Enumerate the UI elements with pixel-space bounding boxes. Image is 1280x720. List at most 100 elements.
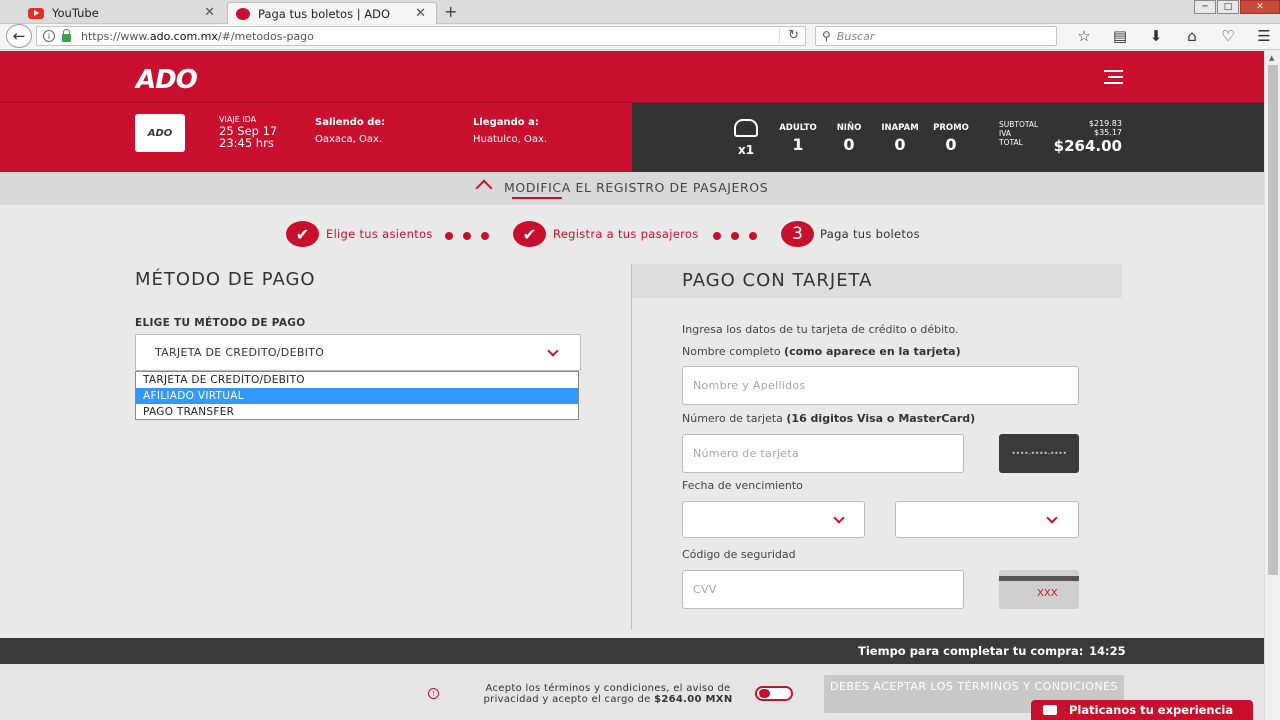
minimize-button[interactable]: ─ xyxy=(1194,0,1216,14)
price-labels: SUBTOTAL IVA TOTAL xyxy=(999,120,1039,147)
close-window-button[interactable]: ✕ xyxy=(1240,0,1280,14)
step-1-label[interactable]: Elige tus asientos xyxy=(326,227,433,241)
option-afiliado-virtual[interactable]: AFILIADO VIRTUAL xyxy=(136,388,578,404)
credit-card-icon: ••••-••••-•••• xyxy=(999,434,1079,473)
browser-nav-bar: ← i https://www.ado.com.mx/#/metodos-pag… xyxy=(0,24,1280,50)
tab-youtube[interactable]: YouTube ✕ xyxy=(20,2,225,24)
step-3-number: 3 xyxy=(781,221,814,247)
category-promo: PROMO 0 xyxy=(933,123,969,154)
step-dots xyxy=(445,232,499,240)
feedback-chat-button[interactable]: Platicanos tu experiencia xyxy=(1031,700,1253,720)
timer-label: Tiempo para completar tu compra: xyxy=(858,644,1084,658)
tab-ado[interactable]: Paga tus boletos | ADO ✕ xyxy=(227,2,437,24)
category-nino: NIÑO 0 xyxy=(836,123,862,154)
card-number-label: Número de tarjeta (16 digitos Visa o Mas… xyxy=(682,412,976,425)
option-pago-transfer[interactable]: PAGO TRANSFER xyxy=(136,404,578,420)
url-bar[interactable]: i https://www.ado.com.mx/#/metodos-pago … xyxy=(36,26,806,46)
trip-summary: ADO VIAJE IDA 25 Sep 17 23:45 hrs Salien… xyxy=(0,103,632,172)
option-tarjeta[interactable]: TARJETA DE CREDITO/DEBITO xyxy=(136,372,578,388)
seat-icon xyxy=(734,119,758,137)
step-2-check-icon: ✔ xyxy=(513,221,546,247)
chevron-down-icon xyxy=(1046,512,1058,524)
download-icon[interactable]: ⬇ xyxy=(1138,27,1174,45)
passenger-summary: x1 ADULTO 1 NIÑO 0 INAPAM 0 PROMO 0 SUBTOTAL… xyxy=(632,103,1264,172)
back-button[interactable]: ← xyxy=(6,24,32,48)
column-divider xyxy=(631,264,632,630)
price-values: $219.83 $35.17 $264.00 xyxy=(1052,119,1122,155)
timer-value: 14:25 xyxy=(1089,644,1126,658)
payment-method-select[interactable]: TARJETA DE CREDITO/DEBITO xyxy=(135,334,581,371)
ado-favicon-icon xyxy=(236,7,250,20)
payment-method-dropdown: TARJETA DE CREDITO/DEBITO AFILIADO VIRTU… xyxy=(135,371,579,420)
expiry-year-select[interactable] xyxy=(895,501,1079,538)
url-text: https://www.ado.com.mx/#/metodos-pago xyxy=(81,29,314,43)
card-payment-header: PAGO CON TARJETA xyxy=(632,264,1122,298)
menu-icon[interactable]: ☰ xyxy=(1246,27,1280,45)
name-field-label: Nombre completo (como aparece en la tarj… xyxy=(682,345,961,358)
modify-passengers-bar[interactable]: MODIFICA EL REGISTRO DE PASAJEROS xyxy=(0,172,1264,205)
close-icon[interactable]: ✕ xyxy=(415,6,426,21)
category-adulto: ADULTO 1 xyxy=(779,123,817,154)
cvv-card-icon: XXX xyxy=(999,570,1079,609)
underline-accent xyxy=(512,197,562,199)
total-value: $264.00 xyxy=(1053,137,1122,155)
reading-list-icon[interactable]: ▤ xyxy=(1102,27,1138,45)
destination-label: Llegando a: xyxy=(473,117,539,128)
bus-line-logo: ADO xyxy=(135,114,185,152)
ado-logo[interactable]: ADO xyxy=(136,65,198,95)
expiry-month-select[interactable] xyxy=(682,501,865,538)
reload-icon[interactable]: ↻ xyxy=(779,28,799,43)
expiry-label: Fecha de vencimiento xyxy=(682,479,803,492)
pocket-icon[interactable]: ♡ xyxy=(1210,27,1246,45)
iva-value: $35.17 xyxy=(1094,128,1122,137)
payment-method-label: ELIGE TU MÉTODO DE PAGO xyxy=(135,317,306,329)
youtube-icon xyxy=(28,7,44,19)
step-2-label[interactable]: Registra a tus pasajeros xyxy=(553,227,698,241)
modify-passengers-link[interactable]: MODIFICA EL REGISTRO DE PASAJEROS xyxy=(504,180,768,195)
trip-datetime: 25 Sep 17 23:45 hrs xyxy=(219,125,277,149)
new-tab-button[interactable]: + xyxy=(444,2,457,21)
lock-icon xyxy=(62,29,71,42)
origin-city: Oaxaca, Oax. xyxy=(315,134,383,145)
terms-toggle[interactable] xyxy=(755,686,793,701)
browser-tab-bar: YouTube ✕ Paga tus boletos | ADO ✕ + ─ □… xyxy=(0,0,1280,24)
chat-icon xyxy=(1043,705,1057,715)
step-3-label: Paga tus boletos xyxy=(820,227,920,241)
name-placeholder: Nombre y Apellidos xyxy=(693,379,806,392)
page-scrollbar[interactable]: ▲ xyxy=(1264,51,1280,720)
chevron-down-icon xyxy=(833,512,845,524)
origin-label: Saliendo de: xyxy=(315,117,386,128)
cvv-placeholder: CVV xyxy=(693,583,717,596)
search-input[interactable]: ⚲ Buscar xyxy=(815,26,1057,46)
info-icon[interactable]: i xyxy=(43,30,55,42)
timer-bar: Tiempo para completar tu compra: 14:25 xyxy=(0,638,1264,664)
category-inapam: INAPAM 0 xyxy=(881,123,919,154)
close-icon[interactable]: ✕ xyxy=(204,5,215,20)
card-number-input[interactable]: Número de tarjeta xyxy=(682,434,964,473)
search-placeholder: Buscar xyxy=(836,29,875,43)
card-intro-text: Ingresa los datos de tu tarjeta de crédi… xyxy=(682,323,959,336)
maximize-button[interactable]: □ xyxy=(1217,0,1239,14)
trip-time: 23:45 hrs xyxy=(219,136,274,150)
terms-text: Acepto los términos y condiciones, el av… xyxy=(483,683,733,705)
step-dots xyxy=(713,232,767,240)
bookmark-star-icon[interactable]: ☆ xyxy=(1066,27,1102,45)
cvv-input[interactable]: CVV xyxy=(682,570,964,609)
passenger-count: x1 xyxy=(738,143,755,157)
trip-type-label: VIAJE IDA xyxy=(219,115,257,124)
scrollbar-thumb[interactable] xyxy=(1268,65,1278,575)
tab-title: YouTube xyxy=(52,6,99,20)
card-payment-title: PAGO CON TARJETA xyxy=(682,270,873,291)
site-header: ADO xyxy=(0,51,1264,103)
name-input[interactable]: Nombre y Apellidos xyxy=(682,366,1079,405)
step-1-check-icon: ✔ xyxy=(286,221,319,247)
tab-title: Paga tus boletos | ADO xyxy=(258,6,391,21)
destination-city: Huatulco, Oax. xyxy=(473,134,548,145)
hamburger-menu-icon[interactable] xyxy=(1104,70,1123,84)
payment-method-title: MÉTODO DE PAGO xyxy=(135,269,316,290)
alert-icon: ! xyxy=(428,688,439,699)
chevron-up-icon xyxy=(475,179,493,197)
chevron-down-icon xyxy=(547,345,559,357)
scroll-up-icon[interactable]: ▲ xyxy=(1269,54,1274,62)
home-icon[interactable]: ⌂ xyxy=(1174,27,1210,45)
